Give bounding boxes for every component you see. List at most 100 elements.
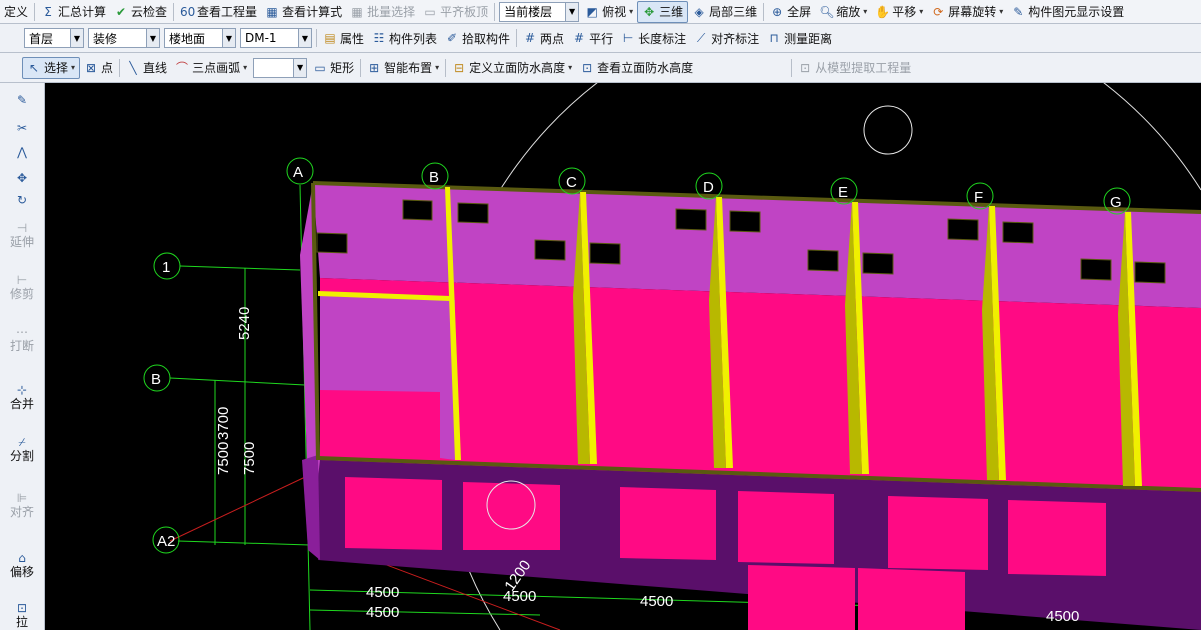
- separator: [791, 58, 793, 77]
- align-icon: ⊫: [16, 491, 28, 505]
- line-button[interactable]: ╲ 直线: [122, 58, 171, 78]
- align-top-button[interactable]: ▭ 平齐板顶: [419, 2, 492, 22]
- mirror-tool[interactable]: ⋀: [0, 145, 44, 159]
- arc-button[interactable]: ⌒ 三点画弧 ▾: [171, 58, 251, 78]
- select-button[interactable]: ↖ 选择 ▾: [22, 56, 81, 79]
- smart-layout-button[interactable]: ⊞ 智能布置 ▾: [363, 58, 443, 78]
- separator: [763, 2, 765, 21]
- rect-button[interactable]: ▭ 矩形: [309, 58, 358, 78]
- stretch-tool[interactable]: ⊡ 拉: [0, 601, 44, 629]
- align-dim-icon: ⟋: [696, 31, 706, 45]
- ruler-icon: ⊓: [769, 31, 779, 45]
- view-formula-button[interactable]: ▦ 查看计算式: [261, 2, 346, 22]
- extract-quantity-button[interactable]: ⊡ 从模型提取工程量: [794, 58, 915, 78]
- separator: [516, 29, 518, 47]
- rotation-handle-circle[interactable]: [863, 105, 913, 155]
- dim-5240: 5240: [236, 307, 253, 340]
- brush-tool[interactable]: ✎: [0, 93, 44, 107]
- component-list-button[interactable]: ☷ 构件列表: [368, 28, 441, 48]
- rectangle-icon: ▭: [314, 60, 326, 75]
- merge-icon: ⊹: [16, 383, 28, 397]
- 3d-viewport[interactable]: A B C D E F G 1 B A2 5240 3700 7500 7500…: [45, 83, 1201, 630]
- parallel-icon: #: [574, 31, 585, 45]
- chevron-down-icon: ▼: [222, 29, 235, 47]
- extend-icon: ⊣: [16, 221, 28, 235]
- chevron-down-icon: ▾: [568, 63, 573, 72]
- smart-layout-icon: ⊞: [369, 60, 380, 75]
- rotate-button[interactable]: ⟳ 屏幕旋转 ▾: [927, 2, 1007, 22]
- cube-icon: ◩: [586, 4, 598, 19]
- display-settings-button[interactable]: ✎ 构件图元显示设置: [1007, 2, 1128, 22]
- break-tool[interactable]: ⋯ 打断: [0, 325, 44, 353]
- define-facade-button[interactable]: ⊟ 定义立面防水高度 ▾: [448, 58, 576, 78]
- zoom-button[interactable]: 🔍︎ 缩放 ▾: [815, 2, 871, 22]
- move-icon: ✥: [16, 171, 28, 185]
- check-icon: ✔: [116, 4, 127, 19]
- properties-icon: ▤: [324, 31, 336, 45]
- separator: [34, 2, 36, 21]
- chevron-down-icon: ▾: [435, 63, 440, 72]
- dim-4500-3: 4500: [503, 588, 536, 605]
- chevron-down-icon: ▾: [629, 7, 634, 16]
- rotate-tool[interactable]: ↻: [0, 193, 44, 207]
- offset-icon: ⌂: [18, 551, 26, 565]
- copy-tool[interactable]: ✂: [0, 121, 44, 135]
- pan-button[interactable]: ✋ 平移 ▾: [871, 2, 927, 22]
- stretch-icon: ⊡: [16, 601, 28, 615]
- two-points-button[interactable]: # 两点: [519, 28, 568, 48]
- model-canvas[interactable]: A B C D E F G 1 B A2 5240 3700 7500 7500…: [45, 83, 1201, 630]
- extend-tool[interactable]: ⊣ 延伸: [0, 221, 44, 249]
- cloud-check-button[interactable]: ✔ 云检查: [110, 2, 171, 22]
- 3d-icon: ✥: [644, 4, 655, 19]
- chevron-down-icon: ▼: [70, 29, 83, 47]
- fullscreen-button[interactable]: ⊕ 全屏: [766, 2, 815, 22]
- offset-tool[interactable]: ⌂ 偏移: [0, 551, 44, 579]
- length-dim-button[interactable]: ⊢ 长度标注: [617, 28, 690, 48]
- draw-toolbar: ↖ 选择 ▾ ⊠ 点 ╲ 直线 ⌒ 三点画弧 ▾ ▼ ▭ 矩形 ⊞ 智能布置 ▾ ⊟ 定义立面防水高…: [0, 53, 1201, 83]
- rotate-icon: ↻: [16, 193, 28, 207]
- align-tool[interactable]: ⊫ 对齐: [0, 491, 44, 519]
- list-icon: ☷: [373, 31, 385, 45]
- dim-7500-b: 7500: [241, 442, 258, 475]
- rotate-icon: ⟳: [933, 4, 944, 19]
- point-button[interactable]: ⊠ 点: [80, 58, 117, 78]
- point-icon: ⊠: [86, 60, 97, 75]
- separator: [119, 58, 121, 77]
- grid-icon: #: [525, 31, 536, 45]
- arc-value-select[interactable]: ▼: [253, 57, 308, 78]
- brush-icon: ✎: [16, 93, 28, 107]
- move-tool[interactable]: ✥: [0, 171, 44, 185]
- floor-select[interactable]: 首层 ▼: [24, 28, 84, 48]
- view-facade-button[interactable]: ⊡ 查看立面防水高度: [576, 58, 697, 78]
- chevron-down-icon: ▾: [999, 7, 1004, 16]
- length-dim-icon: ⊢: [622, 31, 634, 45]
- component-type-select[interactable]: 楼地面 ▼: [164, 28, 236, 48]
- merge-tool[interactable]: ⊹ 合并: [0, 383, 44, 411]
- top-view-button[interactable]: ◩ 俯视 ▾: [581, 2, 637, 22]
- sum-calc-button[interactable]: Σ 汇总计算: [37, 2, 110, 22]
- pick-component-button[interactable]: ✐ 拾取构件: [441, 28, 514, 48]
- chevron-down-icon: ▾: [863, 7, 868, 16]
- category-select[interactable]: 装修 ▼: [88, 28, 160, 48]
- view-quantity-button[interactable]: 60 查看工程量: [176, 2, 261, 22]
- dim-4500-1: 4500: [366, 584, 399, 601]
- measure-distance-button[interactable]: ⊓ 测量距离: [763, 28, 836, 48]
- axis-label-row-a2: A2: [157, 533, 175, 550]
- chevron-down-icon: ▼: [298, 29, 311, 47]
- local-3d-button[interactable]: ◈ 局部三维: [688, 2, 761, 22]
- axis-label-g: G: [1110, 194, 1122, 211]
- align-dim-button[interactable]: ⟋ 对齐标注: [690, 28, 763, 48]
- batch-select-button[interactable]: ▦ 批量选择: [346, 2, 419, 22]
- properties-button[interactable]: ▤ 属性: [319, 28, 368, 48]
- trim-tool[interactable]: ⊢ 修剪: [0, 273, 44, 301]
- split-tool[interactable]: ⌿ 分割: [0, 435, 44, 463]
- component-toolbar: 首层 ▼ 装修 ▼ 楼地面 ▼ DM-1 ▼ ▤ 属性 ☷ 构件列表 ✐ 拾取构件 # 两点 #…: [0, 24, 1201, 53]
- floor-combo[interactable]: 当前楼层 ▼: [499, 1, 580, 22]
- parallel-button[interactable]: # 平行: [568, 28, 617, 48]
- chevron-down-icon: ▼: [293, 58, 307, 77]
- component-name-select[interactable]: DM-1 ▼: [240, 28, 312, 48]
- sigma-icon: Σ: [44, 4, 52, 19]
- define-button[interactable]: 定义: [0, 2, 32, 22]
- three-d-button[interactable]: ✥ 三维: [637, 0, 689, 23]
- local-3d-icon: ◈: [694, 4, 704, 19]
